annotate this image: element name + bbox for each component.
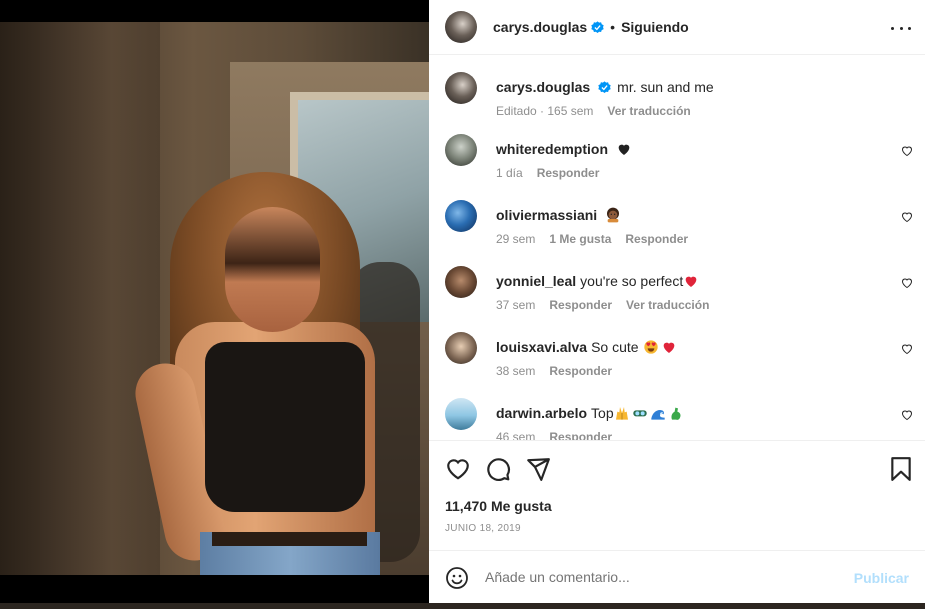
emoji-smile-icon[interactable] (445, 566, 469, 590)
avatar[interactable] (445, 200, 477, 232)
publish-button[interactable]: Publicar (854, 570, 909, 586)
raised-hands-emoji (615, 407, 628, 420)
caption-username[interactable]: carys.douglas (496, 79, 590, 95)
reply-button[interactable]: Responder (537, 166, 600, 180)
goggles-emoji (632, 410, 647, 417)
header-separator: • (610, 19, 616, 35)
comment-meta: 46 sem Responder (496, 430, 612, 441)
comment-username[interactable]: louisxavi.alva (496, 339, 587, 355)
verified-badge-icon (598, 81, 611, 94)
comment-text: louisxavi.alva So cute (496, 339, 677, 355)
translate-link[interactable]: Ver traducción (626, 298, 709, 312)
photo-door (40, 22, 160, 575)
caption-text: carys.douglas mr. sun and me (496, 79, 714, 95)
red-heart-emoji (663, 342, 674, 353)
comment-body: So cute (591, 339, 639, 355)
reply-button[interactable]: Responder (625, 232, 688, 246)
avatar[interactable] (445, 332, 477, 364)
photo-face (225, 207, 320, 332)
avatar[interactable] (445, 266, 477, 298)
reply-button[interactable]: Responder (549, 364, 612, 378)
comment-body: Top (591, 405, 614, 421)
comment-text: oliviermassiani (496, 207, 621, 223)
like-comment-icon[interactable] (901, 211, 913, 223)
post-photo[interactable] (0, 22, 429, 575)
comment-username[interactable]: oliviermassiani (496, 207, 597, 223)
comment-text: whiteredemption (496, 141, 632, 157)
black-heart-emoji (618, 144, 630, 155)
comment-meta: 38 sem Responder (496, 364, 612, 378)
woman-emoji (607, 207, 620, 223)
comment-time: 1 día (496, 166, 523, 180)
comment-composer: Publicar (429, 550, 925, 603)
following-button[interactable]: Siguiendo (621, 19, 689, 35)
comment-input[interactable] (485, 569, 815, 585)
likes-count[interactable]: 11,470 Me gusta (445, 498, 552, 514)
share-paper-plane-icon[interactable] (525, 456, 551, 482)
save-bookmark-icon[interactable] (888, 456, 914, 482)
more-options-icon[interactable] (891, 18, 911, 38)
comment-username[interactable]: yonniel_leal (496, 273, 576, 289)
header-username[interactable]: carys.douglas (493, 19, 587, 35)
comment-meta: 37 sem Responder Ver traducción (496, 298, 709, 312)
like-comment-icon[interactable] (901, 409, 913, 421)
verified-badge-icon (591, 20, 604, 33)
wave-emoji (650, 410, 665, 420)
comment-meta: 1 día Responder (496, 166, 599, 180)
avatar[interactable] (445, 398, 477, 430)
avatar[interactable] (445, 134, 477, 166)
photo-top (205, 342, 365, 512)
comment-text: yonniel_leal you're so perfect (496, 273, 699, 289)
bicep-emoji (671, 407, 681, 420)
comment-meta: 29 sem 1 Me gusta Responder (496, 232, 688, 246)
comment-body: you're so perfect (580, 273, 684, 289)
like-comment-icon[interactable] (901, 343, 913, 355)
comment-username[interactable]: whiteredemption (496, 141, 608, 157)
photo-belt (212, 532, 367, 546)
reply-button[interactable]: Responder (549, 298, 612, 312)
like-comment-icon[interactable] (901, 145, 913, 157)
post-header: carys.douglas • Siguiendo (429, 0, 925, 55)
comments-list[interactable]: carys.douglas mr. sun and me Editado · 1… (429, 56, 925, 441)
comment-time: 38 sem (496, 364, 536, 378)
caption-body: mr. sun and me (617, 79, 714, 95)
comment-time: 29 sem (496, 232, 536, 246)
post-side-panel: carys.douglas • Siguiendo carys.douglas … (429, 0, 925, 603)
comment-text: darwin.arbelo Top (496, 405, 684, 421)
reply-button[interactable]: Responder (549, 430, 612, 440)
caption-edited: Editado · 165 sem (496, 104, 594, 118)
comment-time: 46 sem (496, 430, 536, 441)
avatar[interactable] (445, 11, 477, 43)
red-heart-emoji (685, 276, 697, 287)
post-date: JUNIO 18, 2019 (445, 523, 521, 534)
bottom-strip (0, 603, 925, 609)
avatar[interactable] (445, 72, 477, 104)
caption-meta: Editado · 165 sem Ver traducción (496, 104, 691, 118)
translate-link[interactable]: Ver traducción (607, 104, 690, 118)
like-heart-icon[interactable] (445, 456, 471, 482)
comment-likes[interactable]: 1 Me gusta (549, 232, 611, 246)
post-actions (429, 442, 925, 492)
heart-eyes-emoji (643, 340, 658, 354)
comment-username[interactable]: darwin.arbelo (496, 405, 587, 421)
comment-time: 37 sem (496, 298, 536, 312)
like-comment-icon[interactable] (901, 277, 913, 289)
comment-bubble-icon[interactable] (485, 456, 511, 482)
